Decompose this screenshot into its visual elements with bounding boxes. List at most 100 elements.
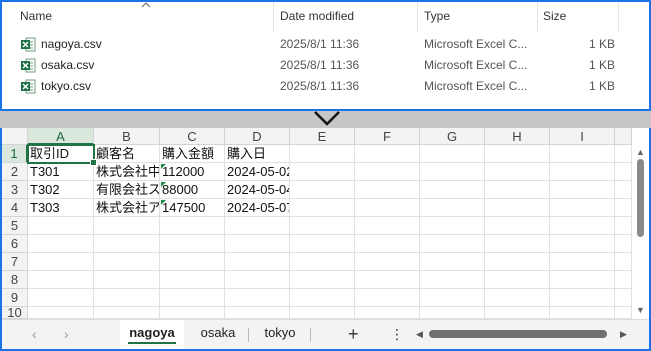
empty-cell[interactable] — [28, 253, 94, 271]
row-header-5[interactable]: 5 — [2, 217, 28, 235]
column-header-b[interactable]: B — [94, 128, 160, 145]
column-header-type[interactable]: Type — [424, 2, 534, 32]
vertical-scrollbar[interactable]: ▲ ▼ — [632, 145, 649, 317]
scroll-down-icon[interactable]: ▼ — [636, 306, 645, 315]
empty-cell[interactable] — [615, 307, 632, 319]
empty-cell[interactable] — [420, 253, 485, 271]
empty-cell[interactable] — [355, 163, 420, 181]
column-divider[interactable] — [273, 2, 274, 32]
empty-cell[interactable] — [28, 289, 94, 307]
empty-cell[interactable] — [420, 163, 485, 181]
empty-cell[interactable] — [550, 163, 615, 181]
empty-cell[interactable] — [420, 307, 485, 319]
cell-b2[interactable]: 株式会社中 — [94, 163, 160, 181]
next-sheet-icon[interactable]: › — [64, 326, 69, 342]
cell-c4[interactable]: 147500 — [160, 199, 225, 217]
horizontal-scrollbar[interactable]: ◀ ▶ — [412, 326, 634, 342]
empty-cell[interactable] — [160, 235, 225, 253]
tab-osaka[interactable]: osaka — [190, 320, 246, 349]
column-divider[interactable] — [618, 2, 619, 32]
cell-c3[interactable]: 88000 — [160, 181, 225, 199]
empty-cell[interactable] — [420, 235, 485, 253]
column-divider[interactable] — [417, 2, 418, 32]
empty-cell[interactable] — [225, 289, 290, 307]
file-row-osaka[interactable]: osaka.csv 2025/8/1 11:36 Microsoft Excel… — [2, 55, 649, 76]
empty-cell[interactable] — [28, 271, 94, 289]
empty-cell[interactable] — [615, 253, 632, 271]
empty-cell[interactable] — [550, 145, 615, 163]
empty-cell[interactable] — [615, 163, 632, 181]
empty-cell[interactable] — [485, 145, 550, 163]
empty-cell[interactable] — [485, 199, 550, 217]
empty-cell[interactable] — [550, 199, 615, 217]
empty-cell[interactable] — [420, 145, 485, 163]
empty-cell[interactable] — [420, 181, 485, 199]
cell-a4[interactable]: T303 — [28, 199, 94, 217]
empty-cell[interactable] — [420, 199, 485, 217]
empty-cell[interactable] — [225, 271, 290, 289]
cell-a2[interactable]: T301 — [28, 163, 94, 181]
empty-cell[interactable] — [485, 307, 550, 319]
row-header-6[interactable]: 6 — [2, 235, 28, 253]
empty-cell[interactable] — [160, 289, 225, 307]
empty-cell[interactable] — [160, 253, 225, 271]
cell-a3[interactable]: T302 — [28, 181, 94, 199]
add-sheet-icon[interactable]: + — [348, 324, 359, 344]
empty-cell[interactable] — [615, 217, 632, 235]
empty-cell[interactable] — [94, 253, 160, 271]
empty-cell[interactable] — [550, 253, 615, 271]
cell-a1[interactable]: 取引ID — [27, 144, 95, 164]
empty-cell[interactable] — [355, 217, 420, 235]
column-header-size[interactable]: Size — [543, 2, 613, 32]
empty-cell[interactable] — [28, 217, 94, 235]
empty-cell[interactable] — [615, 271, 632, 289]
empty-cell[interactable] — [615, 289, 632, 307]
empty-cell[interactable] — [160, 217, 225, 235]
row-header-7[interactable]: 7 — [2, 253, 28, 271]
empty-cell[interactable] — [290, 235, 355, 253]
column-header-a[interactable]: A — [28, 128, 94, 145]
empty-cell[interactable] — [355, 289, 420, 307]
row-header-1[interactable]: 1 — [2, 145, 28, 163]
row-header-3[interactable]: 3 — [2, 181, 28, 199]
empty-cell[interactable] — [290, 217, 355, 235]
column-header-date-modified[interactable]: Date modified — [280, 2, 410, 32]
cell-d4[interactable]: 2024-05-07 — [225, 199, 290, 217]
empty-cell[interactable] — [290, 163, 355, 181]
more-options-icon[interactable]: ⋮ — [390, 325, 404, 343]
column-header-e[interactable]: E — [290, 128, 355, 145]
column-header-i[interactable]: I — [550, 128, 615, 145]
empty-cell[interactable] — [485, 271, 550, 289]
empty-cell[interactable] — [290, 253, 355, 271]
column-header-c[interactable]: C — [160, 128, 225, 145]
empty-cell[interactable] — [290, 145, 355, 163]
tab-tokyo[interactable]: tokyo — [252, 320, 308, 349]
empty-cell[interactable] — [94, 289, 160, 307]
cell-b3[interactable]: 有限会社ス — [94, 181, 160, 199]
empty-cell[interactable] — [225, 235, 290, 253]
empty-cell[interactable] — [28, 307, 94, 319]
empty-cell[interactable] — [28, 235, 94, 253]
empty-cell[interactable] — [420, 289, 485, 307]
empty-cell[interactable] — [550, 181, 615, 199]
column-header-name[interactable]: Name — [20, 2, 270, 32]
file-row-tokyo[interactable]: tokyo.csv 2025/8/1 11:36 Microsoft Excel… — [2, 76, 649, 97]
empty-cell[interactable] — [355, 199, 420, 217]
empty-cell[interactable] — [550, 271, 615, 289]
empty-cell[interactable] — [550, 307, 615, 319]
column-divider[interactable] — [537, 2, 538, 32]
empty-cell[interactable] — [355, 235, 420, 253]
empty-cell[interactable] — [420, 217, 485, 235]
cell-d3[interactable]: 2024-05-04 — [225, 181, 290, 199]
scroll-right-icon[interactable]: ▶ — [620, 328, 627, 340]
empty-cell[interactable] — [420, 271, 485, 289]
empty-cell[interactable] — [485, 253, 550, 271]
empty-cell[interactable] — [225, 217, 290, 235]
empty-cell[interactable] — [355, 145, 420, 163]
empty-cell[interactable] — [225, 253, 290, 271]
empty-cell[interactable] — [290, 199, 355, 217]
empty-cell[interactable] — [290, 289, 355, 307]
cell-b4[interactable]: 株式会社ア — [94, 199, 160, 217]
select-all-corner[interactable] — [2, 128, 28, 145]
column-header-g[interactable]: G — [420, 128, 485, 145]
